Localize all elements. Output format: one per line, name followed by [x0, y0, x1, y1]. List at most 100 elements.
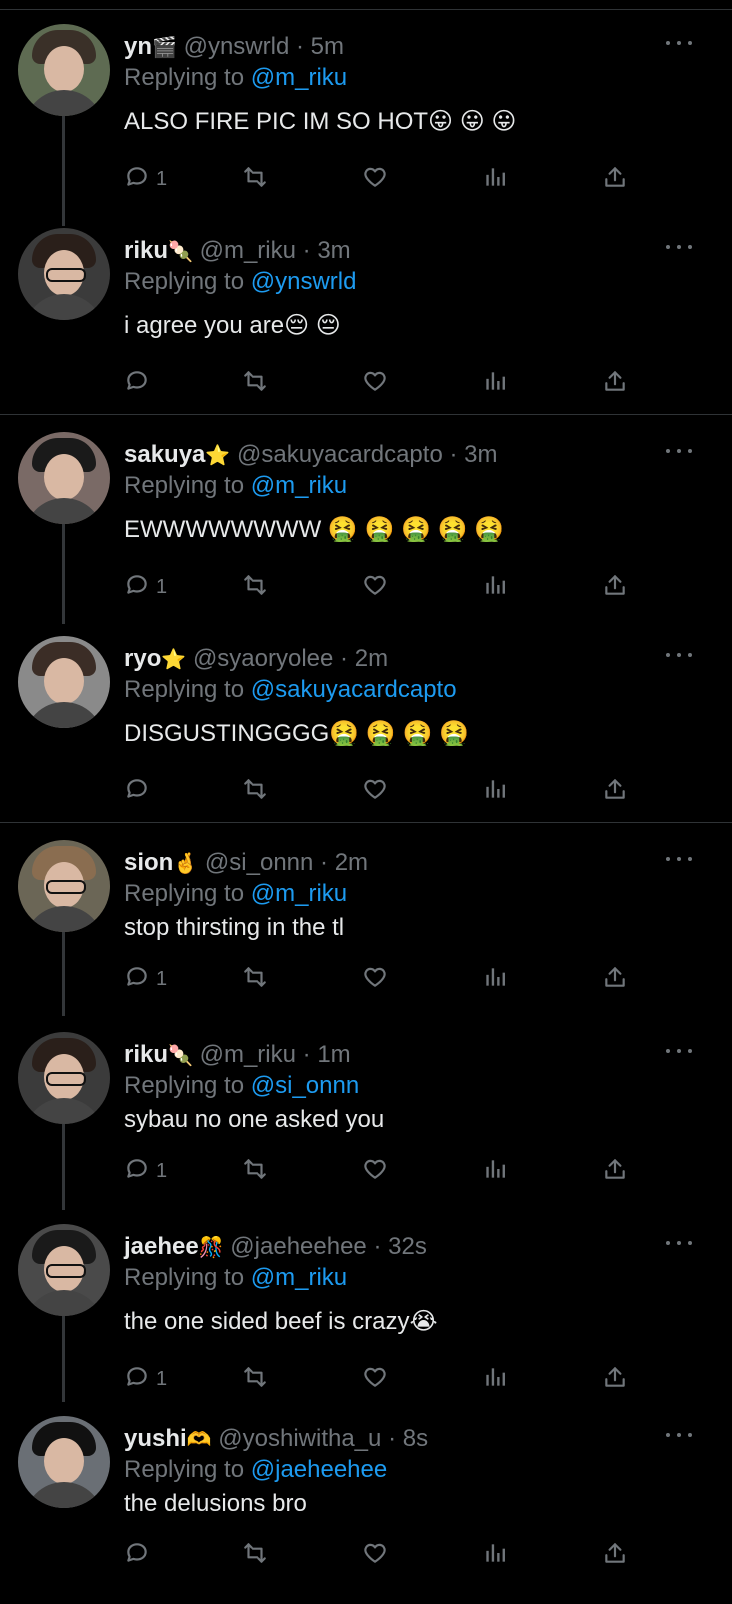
user-handle[interactable]: @sakuyacardcapto [237, 441, 443, 468]
views-button[interactable] [482, 774, 508, 808]
views-button[interactable] [482, 162, 508, 196]
avatar[interactable] [18, 636, 110, 728]
display-name[interactable]: yushi [124, 1425, 187, 1452]
reply-button[interactable]: 1 [124, 570, 167, 604]
replying-mention[interactable]: @m_riku [251, 472, 347, 499]
replying-mention[interactable]: @si_onnn [251, 1072, 359, 1099]
reply-button[interactable]: 1 [124, 162, 167, 196]
more-icon[interactable] [666, 1046, 692, 1056]
retweet-button[interactable] [242, 162, 268, 196]
retweet-button[interactable] [242, 1538, 268, 1572]
tweet[interactable]: yn🎬 @ynswrld · 5m Replying to @m_riku AL… [0, 22, 732, 212]
more-icon[interactable] [666, 1430, 692, 1440]
avatar[interactable] [18, 1416, 110, 1508]
more-icon[interactable] [666, 446, 692, 456]
like-button[interactable] [362, 366, 388, 400]
retweet-button[interactable] [242, 774, 268, 808]
replying-mention[interactable]: @sakuyacardcapto [251, 676, 457, 703]
share-button[interactable] [602, 1538, 628, 1572]
replying-to: Replying to @si_onnn [124, 1071, 702, 1101]
timestamp[interactable]: 1m [317, 1041, 350, 1068]
more-icon[interactable] [666, 854, 692, 864]
timestamp[interactable]: 2m [355, 645, 388, 672]
user-handle[interactable]: @syaoryolee [193, 645, 333, 672]
avatar[interactable] [18, 228, 110, 320]
user-handle[interactable]: @yoshiwitha_u [218, 1425, 381, 1452]
display-name[interactable]: jaehee [124, 1233, 199, 1260]
timestamp[interactable]: 3m [464, 441, 497, 468]
user-handle[interactable]: @m_riku [200, 1041, 296, 1068]
views-button[interactable] [482, 1154, 508, 1188]
share-button[interactable] [602, 162, 628, 196]
user-handle[interactable]: @si_onnn [205, 849, 313, 876]
display-name[interactable]: sakuya [124, 441, 205, 468]
views-button[interactable] [482, 366, 508, 400]
like-button[interactable] [362, 774, 388, 808]
like-button[interactable] [362, 1362, 388, 1396]
more-icon[interactable] [666, 38, 692, 48]
display-name[interactable]: riku [124, 237, 168, 264]
retweet-button[interactable] [242, 1362, 268, 1396]
timestamp[interactable]: 3m [317, 237, 350, 264]
reply-button[interactable] [124, 1538, 156, 1572]
replying-mention[interactable]: @m_riku [251, 1264, 347, 1291]
reply-button[interactable]: 1 [124, 1362, 167, 1396]
views-button[interactable] [482, 1362, 508, 1396]
like-button[interactable] [362, 1154, 388, 1188]
display-name[interactable]: riku [124, 1041, 168, 1068]
replying-mention[interactable]: @m_riku [251, 880, 347, 907]
more-icon[interactable] [666, 242, 692, 252]
share-button[interactable] [602, 962, 628, 996]
views-button[interactable] [482, 962, 508, 996]
tweet[interactable]: riku🍡 @m_riku · 1m Replying to @si_onnn … [0, 1030, 732, 1220]
share-button[interactable] [602, 1154, 628, 1188]
share-button[interactable] [602, 570, 628, 604]
tweet[interactable]: sion🤞 @si_onnn · 2m Replying to @m_riku … [0, 838, 732, 1028]
views-button[interactable] [482, 570, 508, 604]
avatar[interactable] [18, 1224, 110, 1316]
views-button[interactable] [482, 1538, 508, 1572]
timestamp[interactable]: 2m [335, 849, 368, 876]
replying-mention[interactable]: @ynswrld [251, 268, 357, 295]
reply-button[interactable]: 1 [124, 1154, 167, 1188]
like-button[interactable] [362, 962, 388, 996]
tweet[interactable]: sakuya⭐ @sakuyacardcapto · 3m Replying t… [0, 430, 732, 620]
avatar[interactable] [18, 24, 110, 116]
tweet[interactable]: jaehee🎊 @jaeheehee · 32s Replying to @m_… [0, 1222, 732, 1412]
avatar[interactable] [18, 1032, 110, 1124]
like-button[interactable] [362, 570, 388, 604]
timestamp[interactable]: 8s [403, 1425, 428, 1452]
tweet-header: yushi🫶 @yoshiwitha_u · 8s [124, 1424, 702, 1455]
more-icon[interactable] [666, 1238, 692, 1248]
reply-button[interactable] [124, 774, 156, 808]
user-handle[interactable]: @ynswrld [184, 33, 290, 60]
user-handle[interactable]: @m_riku [200, 237, 296, 264]
retweet-button[interactable] [242, 570, 268, 604]
more-icon[interactable] [666, 650, 692, 660]
replying-mention[interactable]: @m_riku [251, 64, 347, 91]
avatar[interactable] [18, 432, 110, 524]
reply-button[interactable] [124, 366, 156, 400]
tweet-header: jaehee🎊 @jaeheehee · 32s [124, 1232, 702, 1263]
like-button[interactable] [362, 1538, 388, 1572]
display-name[interactable]: sion [124, 849, 173, 876]
retweet-button[interactable] [242, 366, 268, 400]
tweet[interactable]: riku🍡 @m_riku · 3m Replying to @ynswrld … [0, 226, 732, 416]
share-button[interactable] [602, 366, 628, 400]
display-name[interactable]: yn [124, 33, 152, 60]
avatar[interactable] [18, 840, 110, 932]
share-button[interactable] [602, 774, 628, 808]
user-handle[interactable]: @jaeheehee [230, 1233, 366, 1260]
retweet-icon [242, 964, 268, 995]
share-button[interactable] [602, 1362, 628, 1396]
replying-mention[interactable]: @jaeheehee [251, 1456, 387, 1483]
reply-button[interactable]: 1 [124, 962, 167, 996]
tweet[interactable]: ryo⭐ @syaoryolee · 2m Replying to @sakuy… [0, 634, 732, 824]
timestamp[interactable]: 5m [311, 33, 344, 60]
display-name[interactable]: ryo [124, 645, 161, 672]
retweet-button[interactable] [242, 962, 268, 996]
tweet[interactable]: yushi🫶 @yoshiwitha_u · 8s Replying to @j… [0, 1414, 732, 1604]
retweet-button[interactable] [242, 1154, 268, 1188]
timestamp[interactable]: 32s [388, 1233, 427, 1260]
like-button[interactable] [362, 162, 388, 196]
